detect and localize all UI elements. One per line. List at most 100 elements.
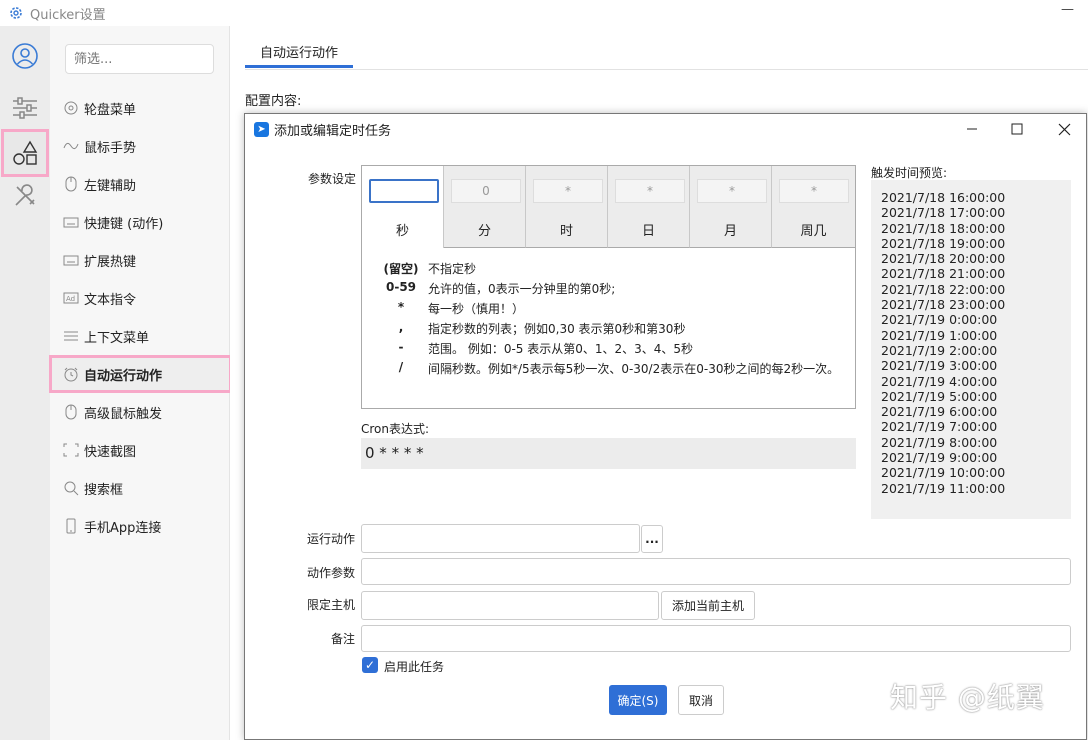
hours-input[interactable] <box>533 179 603 203</box>
tab-month[interactable]: 月 <box>690 166 772 248</box>
help-row: / 间隔秒数。例如*/5表示每5秒一次、0-30/2表示在0-30秒之间的每2秒一… <box>398 360 840 376</box>
sidebar-item-advanced-mouse[interactable]: 高级鼠标触发 <box>50 393 230 431</box>
sidebar-item-label: 快捷键 (动作) <box>84 216 164 232</box>
tab-label: 日 <box>641 224 655 239</box>
sidebar-item-context-menu[interactable]: 上下文菜单 <box>50 317 230 355</box>
help-row: * 每一秒（慎用！） <box>397 300 525 316</box>
preview-label: 触发时间预览: <box>871 166 948 180</box>
preview-time-row: 2021/7/19 8:00:00 <box>881 434 998 450</box>
help-row: - 范围。 例如：0-5 表示从第0、1、2、3、4、5秒 <box>398 340 694 356</box>
mouse-icon <box>63 404 79 420</box>
preview-time-row: 2021/7/18 23:00:00 <box>881 297 1006 313</box>
icon-bar <box>0 26 50 740</box>
window-title: Quicker设置 <box>30 7 106 23</box>
preview-time-row: 2021/7/18 17:00:00 <box>881 205 1006 221</box>
sidebar-item-label: 左键辅助 <box>84 178 137 194</box>
tab-label: 分 <box>477 224 491 239</box>
note-input[interactable] <box>361 625 1071 652</box>
sidebar-item-label: 手机App连接 <box>84 520 162 536</box>
preview-time-row: 2021/7/19 7:00:00 <box>881 419 998 435</box>
sidebar-item-left-click-assist[interactable]: 左键辅助 <box>50 165 230 203</box>
gesture-icon <box>63 138 79 154</box>
help-row: (留空) 不指定秒 <box>383 262 477 276</box>
dialog-titlebar: ➤ 添加或编辑定时任务 <box>245 114 1086 144</box>
ok-button[interactable]: 确定(S) <box>609 685 667 715</box>
host-label: 限定主机 <box>307 598 356 612</box>
dialog-title: 添加或编辑定时任务 <box>274 123 392 139</box>
host-input[interactable] <box>361 591 659 620</box>
screenshot-icon <box>63 442 79 458</box>
note-label: 备注 <box>331 632 356 646</box>
cron-label: Cron表达式: <box>361 422 430 436</box>
run-action-input[interactable] <box>361 524 640 553</box>
minimize-button[interactable]: — <box>1061 2 1074 17</box>
window-titlebar: Quicker设置 — <box>0 0 1088 26</box>
tab-label: 月 <box>723 224 737 239</box>
preview-time-row: 2021/7/18 16:00:00 <box>881 190 1006 205</box>
keyboard-icon <box>63 214 79 230</box>
user-icon[interactable] <box>5 36 45 76</box>
sidebar-item-label: 高级鼠标触发 <box>84 406 163 422</box>
keyboard-icon <box>63 252 79 268</box>
preview-time-row: 2021/7/18 19:00:00 <box>881 235 1006 251</box>
preview-time-row: 2021/7/19 6:00:00 <box>881 404 998 420</box>
close-icon[interactable] <box>1054 120 1074 138</box>
preview-time-row: 2021/7/19 3:00:00 <box>881 358 998 374</box>
quicker-logo-icon: ➤ <box>254 121 269 137</box>
minutes-input[interactable] <box>451 179 521 203</box>
watermark: 知乎 @纸翼 <box>890 681 1045 714</box>
filter-input[interactable] <box>65 44 214 74</box>
tab-seconds[interactable]: 秒 <box>362 166 444 248</box>
day-input[interactable] <box>615 179 685 203</box>
action-params-input[interactable] <box>361 558 1071 585</box>
search-icon <box>63 480 79 496</box>
add-current-host-button[interactable]: 添加当前主机 <box>661 591 755 620</box>
shapes-icon[interactable] <box>1 129 49 177</box>
tab-divider <box>245 69 1088 70</box>
seconds-input[interactable] <box>369 179 439 203</box>
browse-button[interactable]: ... <box>641 525 663 553</box>
month-input[interactable] <box>697 179 767 203</box>
tab-label: 周几 <box>800 224 827 239</box>
sidebar-item-mouse-gesture[interactable]: 鼠标手势 <box>50 127 230 165</box>
preview-time-row: 2021/7/19 2:00:00 <box>881 342 998 358</box>
schedule-task-dialog: ➤ 添加或编辑定时任务 参数设定 秒 分 时 日 <box>244 113 1087 740</box>
preview-time-row: 2021/7/19 11:00:00 <box>881 480 1006 496</box>
cancel-button[interactable]: 取消 <box>678 685 724 715</box>
sidebar-item-hotkey-action[interactable]: 快捷键 (动作) <box>50 203 230 241</box>
sidebar-item-wheel-menu[interactable]: 轮盘菜单 <box>50 89 230 127</box>
cron-editor: 秒 分 时 日 月 周几 (留空)不指定秒 <box>361 165 856 409</box>
weekday-input[interactable] <box>779 179 849 203</box>
sliders-icon[interactable] <box>5 88 45 128</box>
enable-task-label: 启用此任务 <box>384 660 445 674</box>
svg-text:Ad: Ad <box>66 295 75 303</box>
sidebar-item-label: 上下文菜单 <box>84 330 150 346</box>
tab-label: 秒 <box>395 224 409 239</box>
sidebar-item-label: 文本指令 <box>84 292 137 308</box>
mouse-icon <box>63 176 79 192</box>
tab-day[interactable]: 日 <box>608 166 690 248</box>
menu-icon <box>63 328 79 344</box>
minimize-icon[interactable] <box>962 120 982 138</box>
preview-time-row: 2021/7/18 20:00:00 <box>881 251 1006 267</box>
sidebar-item-label: 扩展热键 <box>84 254 137 270</box>
tab-auto-run[interactable]: 自动运行动作 <box>245 42 353 68</box>
enable-task-checkbox[interactable]: ✓ <box>362 657 378 673</box>
phone-icon <box>63 518 79 534</box>
sidebar-item-text-command[interactable]: Ad 文本指令 <box>50 279 230 317</box>
maximize-icon[interactable] <box>1007 120 1027 138</box>
tab-weekday[interactable]: 周几 <box>772 166 855 248</box>
sidebar-item-quick-screenshot[interactable]: 快速截图 <box>50 431 230 469</box>
tools-icon[interactable] <box>5 176 45 216</box>
sidebar-item-extended-hotkey[interactable]: 扩展热键 <box>50 241 230 279</box>
run-action-label: 运行动作 <box>307 532 356 546</box>
sidebar-item-search-box[interactable]: 搜索框 <box>50 469 230 507</box>
tab-hours[interactable]: 时 <box>526 166 608 248</box>
sidebar-item-label: 快速截图 <box>84 444 137 460</box>
settings-sidebar: 轮盘菜单 鼠标手势 左键辅助 快捷键 (动作) 扩展热键 Ad 文本指令 上下文… <box>49 26 232 740</box>
sidebar-item-auto-run[interactable]: 自动运行动作 <box>49 355 232 393</box>
trigger-time-preview: 2021/7/18 16:00:00 2021/7/18 17:00:00 2021… <box>871 180 1071 519</box>
sidebar-item-phone-app[interactable]: 手机App连接 <box>50 507 230 545</box>
tab-minutes[interactable]: 分 <box>444 166 526 248</box>
help-row: 0-59 允许的值，0表示一分钟里的第0秒; <box>385 280 616 296</box>
